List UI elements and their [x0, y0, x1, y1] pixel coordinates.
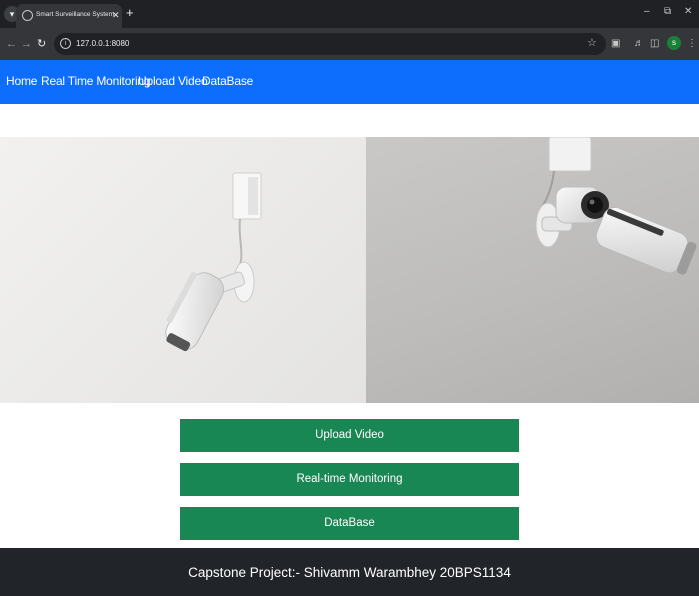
security-camera-left-icon — [165, 172, 262, 352]
security-camera-right-icon — [535, 137, 697, 275]
forward-icon[interactable]: → — [21, 37, 32, 51]
restore-icon[interactable]: ⧉ — [664, 5, 671, 19]
site-navbar: Home Real Time Monitoring Upload Video D… — [0, 60, 699, 104]
back-icon[interactable]: ← — [6, 37, 17, 51]
tab-title: Smart Surveillance System — [36, 11, 115, 18]
kebab-menu-icon[interactable]: ⋮ — [687, 37, 697, 51]
browser-tabstrip: ▾ Smart Surveillance System ✕ + – ⧉ ✕ — [0, 0, 699, 28]
extensions-icon[interactable]: ▣ — [611, 37, 620, 51]
minimize-icon[interactable]: – — [644, 5, 650, 19]
page-footer: Capstone Project:- Shivamm Warambhey 20B… — [0, 548, 699, 596]
site-info-icon[interactable]: i — [60, 38, 71, 49]
close-icon[interactable]: ✕ — [112, 9, 120, 21]
browser-toolbar: ← → ↻ i 127.0.0.1:8080 ☆ ▣ ♬ ◫ s ⋮ — [0, 28, 699, 60]
window-close-icon[interactable]: ✕ — [684, 5, 692, 19]
footer-text: Capstone Project:- Shivamm Warambhey 20B… — [188, 565, 511, 580]
address-bar[interactable]: i 127.0.0.1:8080 ☆ — [54, 33, 606, 55]
plus-icon[interactable]: + — [126, 5, 134, 21]
browser-tab[interactable]: Smart Surveillance System ✕ — [16, 4, 122, 28]
media-icon[interactable]: ♬ — [634, 37, 644, 51]
nav-link-database[interactable]: DataBase — [202, 73, 253, 89]
nav-link-home[interactable]: Home — [6, 73, 37, 89]
globe-icon — [22, 10, 33, 21]
nav-link-real-time-monitoring[interactable]: Real Time Monitoring — [41, 73, 151, 89]
database-button[interactable]: DataBase — [180, 507, 519, 540]
reload-icon[interactable]: ↻ — [37, 37, 46, 51]
sidepanel-icon[interactable]: ◫ — [650, 37, 659, 51]
nav-link-upload-video[interactable]: Upload Video — [138, 73, 208, 89]
star-icon[interactable]: ☆ — [587, 36, 597, 50]
hero-banner — [0, 137, 699, 403]
avatar[interactable]: s — [667, 36, 681, 50]
upload-video-button[interactable]: Upload Video — [180, 419, 519, 452]
camera-image-left — [0, 137, 366, 403]
real-time-monitoring-button[interactable]: Real-time Monitoring — [180, 463, 519, 496]
url-text[interactable]: 127.0.0.1:8080 — [76, 37, 129, 51]
camera-image-right — [366, 137, 699, 403]
